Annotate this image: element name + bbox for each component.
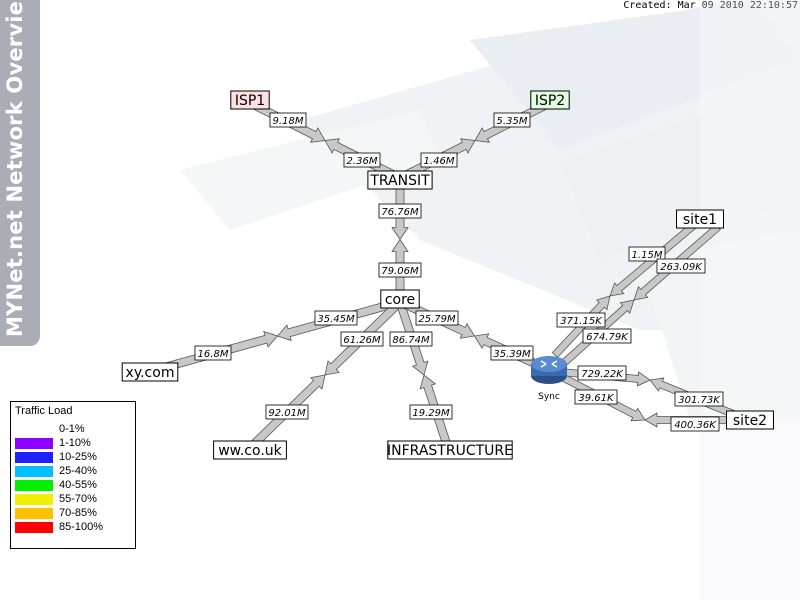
legend-label: 10-25% bbox=[59, 451, 97, 463]
node-infra[interactable]: INFRASTRUCTURE bbox=[387, 440, 513, 460]
link-sync2-b-out-label-text: 39.61K bbox=[578, 393, 615, 404]
node-core[interactable]: core bbox=[380, 289, 420, 309]
link-core-xy-out-label-text: 35.45M bbox=[317, 314, 355, 325]
link-site1-a-out-label: 371.15K bbox=[556, 312, 606, 328]
legend-item: 55-70% bbox=[15, 493, 133, 506]
node-isp2-label: ISP2 bbox=[535, 93, 565, 109]
node-wwco[interactable]: ww.co.uk bbox=[213, 440, 287, 460]
legend-item: 85-100% bbox=[15, 521, 133, 534]
legend-title: Traffic Load bbox=[15, 405, 73, 417]
link-site1-b-out-label-text: 674.79K bbox=[586, 332, 629, 343]
legend-label: 70-85% bbox=[59, 507, 97, 519]
legend-swatch bbox=[15, 508, 53, 519]
link-site1-a-out-label-text: 371.15K bbox=[560, 316, 603, 327]
link-isp1-transit-in-label: 2.36M bbox=[343, 152, 381, 168]
link-core-ww-out-label-text: 61.26M bbox=[343, 335, 381, 346]
background-art bbox=[180, 0, 800, 600]
link-isp1-transit-out-label: 9.18M bbox=[269, 112, 307, 128]
link-sync2-a-in-label-text: 301.73K bbox=[678, 395, 721, 406]
node-site2-label: site2 bbox=[733, 413, 767, 429]
link-core-sync-in-label: 35.39M bbox=[490, 345, 534, 361]
link-core-infra-out-label: 86.74M bbox=[389, 331, 433, 347]
link-core-infra-in-label-text: 19.29M bbox=[412, 408, 450, 419]
link-isp1-transit-in-label-text: 2.36M bbox=[347, 156, 378, 167]
link-isp2-transit-in-label: 1.46M bbox=[420, 152, 458, 168]
link-isp2-transit-in-label-text: 1.46M bbox=[424, 156, 455, 167]
legend-item: 0-1% bbox=[15, 423, 133, 436]
link-site1-b-out-label: 674.79K bbox=[582, 328, 632, 344]
link-core-ww-in-label-text: 92.01M bbox=[268, 408, 306, 419]
link-transit-core-in-label: 79.06M bbox=[378, 262, 422, 278]
link-core-sync-out-label: 25.79M bbox=[415, 310, 459, 326]
link-sync2-b-out-label: 39.61K bbox=[574, 389, 618, 405]
link-core-infra-out-label-text: 86.74M bbox=[392, 335, 430, 346]
legend-item: 10-25% bbox=[15, 451, 133, 464]
link-core-sync-in-label-text: 35.39M bbox=[493, 349, 531, 360]
link-transit-core-out-label: 76.76M bbox=[378, 203, 422, 219]
link-sync2-a-out-label-text: 729.22K bbox=[581, 369, 624, 380]
link-isp1-transit-out-label-text: 9.18M bbox=[273, 116, 304, 127]
legend-swatch bbox=[15, 438, 53, 449]
link-isp2-transit-out-label-text: 5.35M bbox=[497, 116, 528, 127]
link-site1-b-in-label-text: 263.09K bbox=[660, 262, 703, 273]
node-core-label: core bbox=[385, 292, 415, 308]
legend-label: 25-40% bbox=[59, 465, 97, 477]
link-core-xy-in-label: 16.8M bbox=[194, 345, 232, 361]
node-xy-label: xy.com bbox=[126, 365, 175, 381]
legend-item: 25-40% bbox=[15, 465, 133, 478]
link-core-xy-out-label: 35.45M bbox=[314, 310, 358, 326]
node-site1-label: site1 bbox=[683, 212, 717, 228]
sync-label: Sync bbox=[538, 392, 560, 402]
legend-swatch bbox=[15, 424, 53, 435]
node-site1[interactable]: site1 bbox=[676, 209, 724, 229]
link-core-infra-in-label: 19.29M bbox=[409, 404, 453, 420]
traffic-legend: Traffic Load 0-1% 1-10% 10-25% 25-40% 40-55%… bbox=[10, 401, 136, 549]
legend-label: 1-10% bbox=[59, 437, 91, 449]
node-transit[interactable]: TRANSIT bbox=[367, 170, 433, 190]
node-infra-label: INFRASTRUCTURE bbox=[387, 443, 513, 459]
link-core-ww-in-label: 92.01M bbox=[265, 404, 309, 420]
legend-swatch bbox=[15, 494, 53, 505]
link-sync2-b-in-label: 400.36K bbox=[670, 416, 720, 432]
link-transit-core-in-label-text: 79.06M bbox=[381, 266, 419, 277]
legend-item: 1-10% bbox=[15, 437, 133, 450]
link-sync2-a-in-label: 301.73K bbox=[674, 391, 724, 407]
legend-label: 40-55% bbox=[59, 479, 97, 491]
node-wwco-label: ww.co.uk bbox=[218, 443, 282, 459]
link-isp2-transit-out-label: 5.35M bbox=[493, 112, 531, 128]
legend-label: 85-100% bbox=[59, 521, 104, 533]
node-isp1[interactable]: ISP1 bbox=[230, 90, 270, 110]
node-site2[interactable]: site2 bbox=[726, 410, 774, 430]
link-sync2-b-in-label-text: 400.36K bbox=[674, 420, 717, 431]
legend-swatch bbox=[15, 452, 53, 463]
legend-item: 40-55% bbox=[15, 479, 133, 492]
legend-swatch bbox=[15, 466, 53, 477]
link-core-sync-out-label-text: 25.79M bbox=[418, 314, 456, 325]
legend-swatch bbox=[15, 480, 53, 491]
link-site1-b-in-label: 263.09K bbox=[656, 258, 706, 274]
legend-label: 0-1% bbox=[59, 423, 85, 435]
legend-swatch bbox=[15, 522, 53, 533]
node-transit-label: TRANSIT bbox=[369, 173, 430, 189]
legend-label: 55-70% bbox=[59, 493, 97, 505]
node-isp2[interactable]: ISP2 bbox=[530, 90, 570, 110]
node-isp1-label: ISP1 bbox=[235, 93, 265, 109]
node-xy[interactable]: xy.com bbox=[121, 362, 179, 382]
sync-router[interactable] bbox=[531, 356, 567, 384]
link-sync2-a-out-label: 729.22K bbox=[577, 365, 627, 381]
legend-item: 70-85% bbox=[15, 507, 133, 520]
link-core-xy-in-label-text: 16.8M bbox=[198, 349, 229, 360]
link-core-ww-out-label: 61.26M bbox=[340, 331, 384, 347]
link-transit-core-out-label-text: 76.76M bbox=[381, 207, 419, 218]
